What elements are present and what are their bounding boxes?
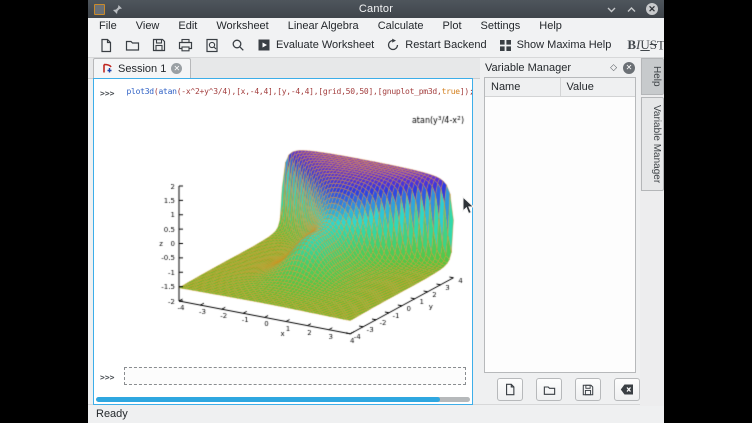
progress-bar: [96, 397, 470, 402]
variable-table: Name Value: [484, 77, 636, 373]
evaluate-worksheet-button[interactable]: Evaluate Worksheet: [251, 35, 380, 55]
help-contents-icon: [499, 39, 512, 52]
print-preview-icon: [205, 38, 219, 53]
input-prompt-2: >>>: [100, 371, 114, 382]
dock-tab-help[interactable]: Help: [641, 58, 664, 95]
bold-button[interactable]: B: [627, 37, 636, 53]
worksheet[interactable]: >>> plot3d(atan(-x^2+y^3/4),[x,-4,4],[y,…: [93, 78, 473, 405]
variable-manager-title: Variable Manager: [485, 62, 604, 74]
column-name[interactable]: Name: [485, 78, 561, 96]
code-keyword: true: [442, 87, 460, 96]
menu-settings[interactable]: Settings: [481, 20, 521, 32]
empty-command-entry[interactable]: >>>: [100, 367, 466, 385]
menu-plot[interactable]: Plot: [443, 20, 462, 32]
session-tab-label: Session 1: [118, 63, 166, 75]
search-icon: [231, 38, 245, 52]
tab-bar: Session 1 ✕: [88, 58, 480, 79]
float-panel-icon[interactable]: ◇: [610, 62, 617, 73]
column-value[interactable]: Value: [561, 78, 636, 96]
variable-manager-header[interactable]: Variable Manager ◇ ✕: [480, 58, 640, 77]
menu-linear-algebra[interactable]: Linear Algebra: [288, 20, 359, 32]
menu-file[interactable]: File: [99, 20, 117, 32]
status-text: Ready: [96, 408, 128, 420]
titlebar-left: [94, 4, 184, 15]
content-area: Session 1 ✕ >>> plot3d(atan(-x^2+y^3/4),…: [88, 58, 664, 404]
statusbar: Ready: [88, 404, 664, 423]
screen: Cantor ✕ File View Edit Worksheet Linear…: [0, 0, 752, 423]
window-title: Cantor: [184, 3, 568, 15]
strikethrough-button[interactable]: S: [650, 37, 657, 53]
app-menu-icon[interactable]: [94, 4, 105, 15]
toolbar: Evaluate Worksheet Restart Backend Show …: [88, 33, 664, 58]
print-icon: [178, 38, 193, 52]
menu-view[interactable]: View: [136, 20, 160, 32]
command-input-field[interactable]: [124, 367, 466, 385]
command-text[interactable]: plot3d(atan(-x^2+y^3/4),[x,-4,4],[y,-4,4…: [126, 87, 473, 96]
save-button[interactable]: [146, 35, 172, 55]
code-close: ]);: [460, 87, 473, 96]
window-controls: ✕: [568, 3, 658, 15]
pin-icon[interactable]: [112, 4, 123, 15]
save-icon: [152, 38, 166, 52]
show-maxima-help-button[interactable]: Show Maxima Help: [493, 35, 618, 55]
dock-tab-variable-manager[interactable]: Variable Manager: [641, 97, 664, 191]
restart-backend-label: Restart Backend: [405, 39, 486, 51]
folder-icon: [125, 38, 140, 52]
load-variables-button[interactable]: [536, 378, 562, 401]
menu-help[interactable]: Help: [539, 20, 562, 32]
plot-canvas: [148, 111, 470, 349]
tab-session-1[interactable]: Session 1 ✕: [93, 58, 191, 78]
variable-table-body[interactable]: [485, 97, 635, 372]
mouse-cursor: [462, 196, 475, 220]
worksheet-column: Session 1 ✕ >>> plot3d(atan(-x^2+y^3/4),…: [88, 58, 480, 406]
menubar: File View Edit Worksheet Linear Algebra …: [88, 18, 664, 33]
evaluate-worksheet-label: Evaluate Worksheet: [276, 39, 374, 51]
menu-edit[interactable]: Edit: [178, 20, 197, 32]
open-button[interactable]: [119, 35, 146, 55]
progress-fill: [96, 397, 440, 402]
maximize-icon[interactable]: [626, 4, 637, 15]
save-variables-button[interactable]: [575, 378, 601, 401]
print-button[interactable]: [172, 35, 199, 55]
close-icon[interactable]: ✕: [646, 3, 658, 15]
save-icon: [582, 384, 594, 396]
restart-icon: [386, 38, 400, 52]
find-button[interactable]: [225, 35, 251, 55]
clear-variables-button[interactable]: [614, 378, 640, 401]
panel-close-icon[interactable]: ✕: [623, 62, 635, 74]
cantor-window: Cantor ✕ File View Edit Worksheet Linear…: [88, 0, 664, 423]
code-func-2: atan: [158, 87, 176, 96]
titlebar[interactable]: Cantor ✕: [88, 0, 664, 18]
code-func: plot3d: [126, 87, 153, 96]
show-maxima-help-label: Show Maxima Help: [517, 39, 612, 51]
code-args: (-x^2+y^3/4),[x,-4,4],[y,-4,4],[grid,50,…: [177, 87, 442, 96]
superscript-button[interactable]: Ta: [657, 37, 664, 53]
new-document-icon: [504, 383, 516, 396]
minimize-icon[interactable]: [606, 4, 617, 15]
menu-worksheet[interactable]: Worksheet: [216, 20, 268, 32]
menu-calculate[interactable]: Calculate: [378, 20, 424, 32]
new-document-icon: [99, 38, 113, 53]
variable-manager-panel: Variable Manager ◇ ✕ Name Value: [480, 58, 640, 406]
cantor-app-icon: [102, 63, 113, 74]
superscript-icon: T: [657, 37, 664, 52]
input-prompt: >>>: [100, 87, 114, 98]
new-worksheet-button[interactable]: [93, 35, 119, 55]
underline-button[interactable]: U: [640, 37, 649, 53]
clear-backspace-icon: [620, 384, 634, 395]
tab-close-icon[interactable]: ✕: [171, 63, 182, 74]
variable-manager-toolbar: [480, 373, 640, 406]
command-entry[interactable]: >>> plot3d(atan(-x^2+y^3/4),[x,-4,4],[y,…: [100, 87, 466, 98]
print-preview-button[interactable]: [199, 35, 225, 55]
restart-backend-button[interactable]: Restart Backend: [380, 35, 492, 55]
folder-icon: [543, 384, 556, 396]
new-variable-button[interactable]: [497, 378, 523, 401]
variable-table-header: Name Value: [485, 78, 635, 97]
dock-tab-strip: Help Variable Manager: [640, 58, 664, 406]
evaluate-icon: [257, 38, 271, 52]
